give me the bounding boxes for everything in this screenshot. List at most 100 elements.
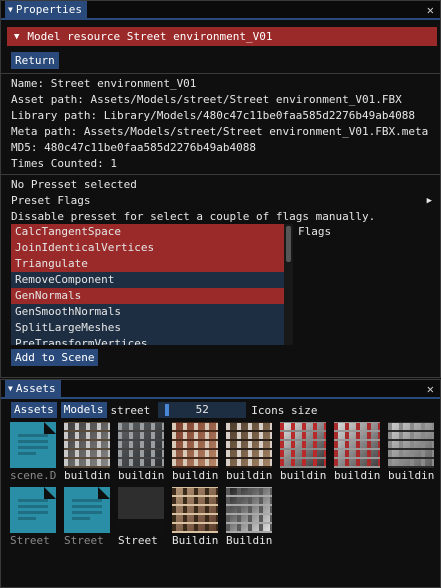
texture-thumbnail xyxy=(64,422,110,468)
tab-assets-label: Assets xyxy=(15,382,56,395)
flag-item[interactable]: SplitLargeMeshes xyxy=(11,320,284,336)
model-resource-header[interactable]: ▼ Model resource Street environment_V01 xyxy=(7,27,437,46)
assets-titlebar: ▼ Assets ✕ xyxy=(1,380,440,399)
document-icon xyxy=(10,422,56,468)
close-icon[interactable]: ✕ xyxy=(427,3,434,17)
asset-item[interactable]: buildin xyxy=(118,422,170,484)
asset-item[interactable]: buildin xyxy=(388,422,440,484)
flag-item[interactable]: JoinIdenticalVertices xyxy=(11,240,284,256)
info-name: Name: Street environment_V01 xyxy=(11,77,197,90)
text-line xyxy=(72,499,102,502)
asset-item[interactable]: buildin xyxy=(226,422,278,484)
dark-texture-thumbnail xyxy=(118,487,164,533)
collapse-icon[interactable]: ▼ xyxy=(8,384,13,393)
asset-item[interactable]: buildin xyxy=(172,422,224,484)
collapse-icon[interactable]: ▼ xyxy=(8,5,13,14)
close-icon[interactable]: ✕ xyxy=(427,382,434,396)
breadcrumb-models[interactable]: Models xyxy=(60,402,107,418)
flags-listbox[interactable]: CalcTangentSpace JoinIdenticalVertices Tri… xyxy=(11,224,293,345)
asset-name: buildin xyxy=(388,469,435,482)
page-fold xyxy=(44,422,56,434)
asset-name: Buildin xyxy=(226,534,273,547)
breadcrumb-assets[interactable]: Assets xyxy=(11,402,57,418)
texture-thumbnail xyxy=(388,422,434,468)
tab-properties-label: Properties xyxy=(15,3,83,16)
asset-item[interactable]: Street xyxy=(64,487,116,549)
scrollbar-thumb[interactable] xyxy=(286,226,291,262)
text-line xyxy=(18,505,48,508)
asset-item[interactable]: buildin xyxy=(334,422,386,484)
texture-thumbnail xyxy=(226,487,272,533)
flags-label: Flags xyxy=(298,225,332,238)
icon-size-label: Icons size xyxy=(251,403,318,417)
asset-name: buildin xyxy=(172,469,219,482)
texture-thumbnail xyxy=(172,487,218,533)
asset-item[interactable]: Street xyxy=(118,487,170,549)
preset-status: No Presset selected xyxy=(11,178,137,191)
asset-item[interactable]: buildin xyxy=(280,422,332,484)
text-line xyxy=(18,434,48,437)
flag-item[interactable]: RemoveComponent xyxy=(11,272,284,288)
text-line xyxy=(18,499,48,502)
flag-item[interactable]: Triangulate xyxy=(11,256,284,272)
asset-name: Street xyxy=(64,534,104,547)
asset-item[interactable]: buildin xyxy=(64,422,116,484)
text-line xyxy=(18,440,48,443)
text-line xyxy=(18,517,36,520)
asset-item[interactable]: scene.D xyxy=(10,422,62,484)
asset-name: buildin xyxy=(118,469,165,482)
text-line xyxy=(72,505,102,508)
collapse-arrow-icon: ▼ xyxy=(14,31,20,42)
texture-thumbnail xyxy=(118,422,164,468)
text-line xyxy=(72,517,90,520)
text-line xyxy=(72,511,102,514)
properties-panel: ▼ Properties ✕ ▼ Model resource Street e… xyxy=(0,0,441,378)
page-fold xyxy=(98,487,110,499)
text-line xyxy=(18,452,36,455)
flag-item[interactable]: PreTransformVertices xyxy=(11,336,284,345)
tab-assets[interactable]: ▼ Assets xyxy=(5,380,61,397)
asset-name: buildin xyxy=(280,469,327,482)
flag-item[interactable]: GenSmoothNormals xyxy=(11,304,284,320)
icon-size-slider[interactable]: 52 xyxy=(158,402,247,418)
info-block: Name: Street environment_V01 Asset path:… xyxy=(1,74,440,172)
asset-name: Street xyxy=(118,534,158,547)
asset-item[interactable]: Buildin xyxy=(172,487,224,549)
asset-name: buildin xyxy=(226,469,273,482)
flags-scrollbar[interactable] xyxy=(284,224,293,345)
expand-arrow-icon[interactable]: ▶ xyxy=(427,193,432,209)
asset-name: buildin xyxy=(64,469,111,482)
assets-panel: ▼ Assets ✕ Assets Models street 52 Icons… xyxy=(0,379,441,588)
info-asset-path: Asset path: Assets/Models/street/Street … xyxy=(11,93,402,106)
flag-item[interactable]: CalcTangentSpace xyxy=(11,224,284,240)
model-resource-title: Model resource Street environment_V01 xyxy=(27,30,273,43)
asset-name: buildin xyxy=(334,469,381,482)
texture-thumbnail xyxy=(280,422,326,468)
tab-properties[interactable]: ▼ Properties xyxy=(5,1,88,18)
add-to-scene-button[interactable]: Add to Scene xyxy=(11,349,99,366)
asset-name: scene.D xyxy=(10,469,57,482)
asset-item[interactable]: Buildin xyxy=(226,487,278,549)
asset-name: Buildin xyxy=(172,534,219,547)
texture-thumbnail xyxy=(226,422,272,468)
document-icon xyxy=(10,487,56,533)
dissable-hint: Dissable presset for select a couple of … xyxy=(11,210,376,223)
info-times-counted: Times Counted: 1 xyxy=(11,157,117,170)
text-line xyxy=(18,511,48,514)
preset-flags-row[interactable]: Preset Flags ▶ xyxy=(1,193,440,209)
page-fold xyxy=(44,487,56,499)
return-button[interactable]: Return xyxy=(11,52,59,69)
properties-titlebar: ▼ Properties ✕ xyxy=(1,1,440,20)
breadcrumb-street[interactable]: street xyxy=(111,404,151,417)
flag-item[interactable]: GenNormals xyxy=(11,288,284,304)
asset-item[interactable]: Street xyxy=(10,487,62,549)
document-icon xyxy=(64,487,110,533)
info-md5: MD5: 480c47c11be0faa585d2276b49ab4088 xyxy=(11,141,257,154)
icon-size-value: 52 xyxy=(195,403,209,416)
text-line xyxy=(18,446,48,449)
info-library-path: Library path: Library/Models/480c47c11be… xyxy=(11,109,415,122)
assets-toolbar: Assets Models street 52 Icons size xyxy=(11,402,440,418)
texture-thumbnail xyxy=(172,422,218,468)
preset-flags-label: Preset Flags xyxy=(11,194,91,207)
texture-thumbnail xyxy=(334,422,380,468)
